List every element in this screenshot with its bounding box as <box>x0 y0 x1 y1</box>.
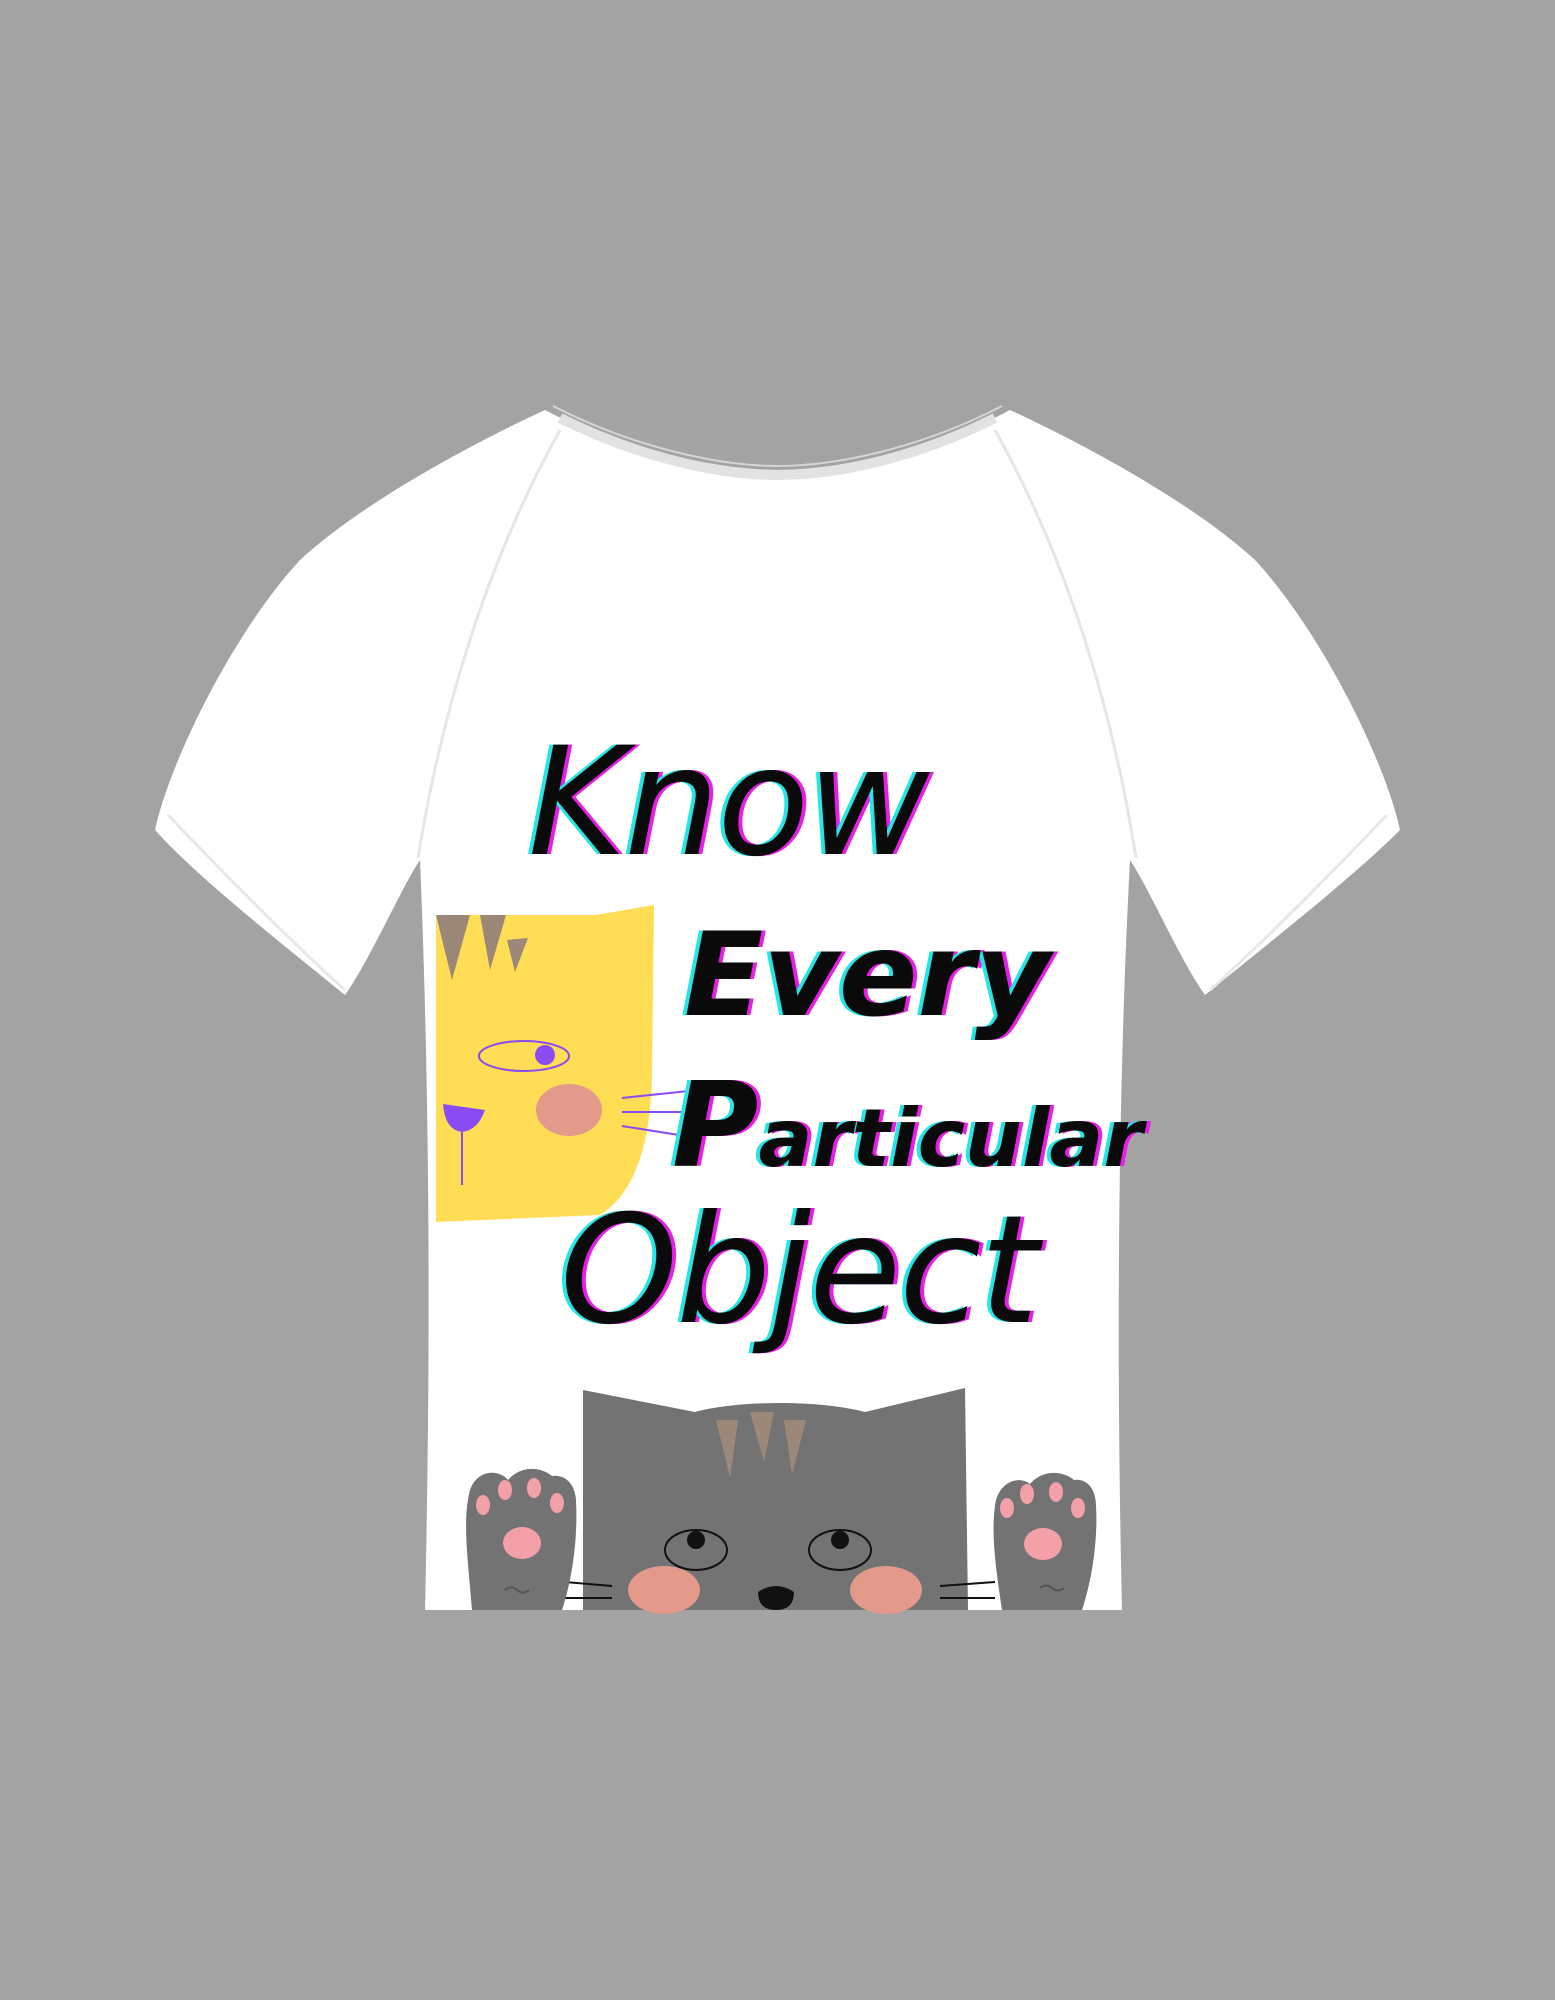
slogan-initial-p: P <box>672 1056 759 1194</box>
cat-paw-icon <box>993 1472 1097 1610</box>
slogan-word-every: Every <box>684 908 1051 1043</box>
slogan-word-know: Know <box>528 716 930 890</box>
slogan-word-object: Object <box>560 1184 1039 1358</box>
mockup-canvas: Know Every Particular Object <box>0 0 1555 2000</box>
slogan-word-particular: Particular <box>672 1066 1143 1184</box>
peeking-gray-cat-icon <box>564 1388 996 1614</box>
slogan-particular-rest: articular <box>758 1092 1143 1185</box>
cat-paw-icon <box>466 1468 577 1610</box>
